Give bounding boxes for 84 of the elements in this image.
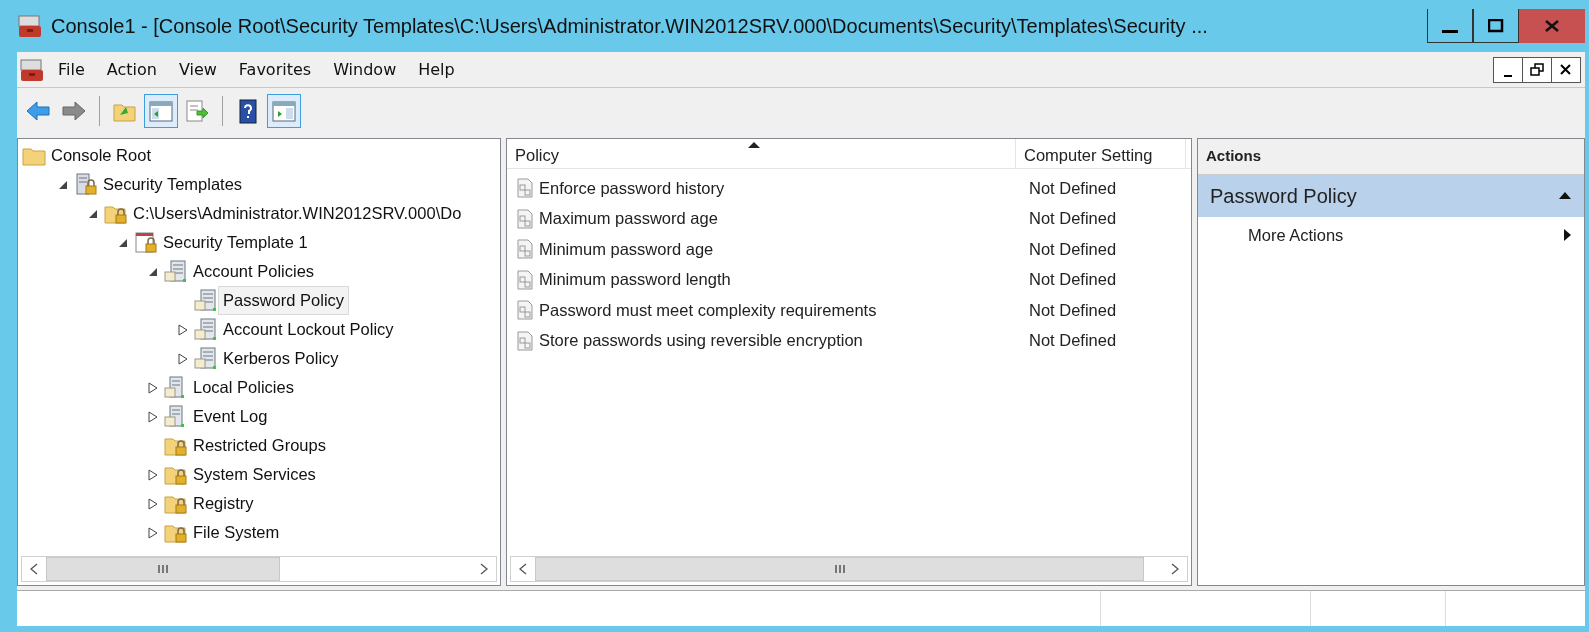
locked-server-icon <box>74 173 98 196</box>
column-header[interactable]: Computer Setting <box>1016 139 1186 168</box>
collapsed-arrow-icon[interactable] <box>178 323 188 336</box>
tree-node[interactable]: Security Template 1 <box>158 228 313 257</box>
tree-node[interactable]: Registry <box>188 489 259 518</box>
menu-item[interactable]: File <box>49 55 94 84</box>
table-cell-text: Not Defined <box>1029 177 1117 199</box>
policy-document-icon <box>515 300 535 321</box>
tree-node[interactable]: Account Policies <box>188 257 320 286</box>
policy-cabinet-icon <box>194 318 218 341</box>
expanded-arrow-icon[interactable] <box>118 237 128 248</box>
menu-item[interactable]: View <box>169 55 226 84</box>
section-title: Password Policy <box>1210 183 1357 209</box>
table-cell-text: Not Defined <box>1029 269 1117 291</box>
collapsed-arrow-icon[interactable] <box>148 497 158 510</box>
forward-arrow-icon <box>61 98 87 124</box>
policy-document-icon <box>515 208 535 229</box>
policy-document-icon <box>515 239 535 260</box>
menu-item[interactable]: Action <box>97 55 166 84</box>
toolbox-icon <box>17 14 43 38</box>
collapse-arrow-icon[interactable] <box>1558 191 1572 200</box>
menu-item[interactable]: Favorites <box>229 55 321 84</box>
minimize-button[interactable] <box>1493 56 1523 83</box>
table-cell-text: Maximum password age <box>539 208 718 230</box>
tree-pane-icon <box>148 98 174 124</box>
back-arrow-icon <box>25 98 51 124</box>
collapsed-arrow-icon[interactable] <box>148 468 158 481</box>
restore-icon <box>1530 62 1544 77</box>
restore-button[interactable] <box>1522 56 1552 83</box>
policy-document-icon <box>515 178 535 199</box>
menu-item[interactable]: Help <box>409 55 464 84</box>
close-icon <box>1544 19 1560 33</box>
toolbox-icon[interactable] <box>19 57 45 82</box>
policy-document-icon <box>515 330 535 351</box>
collapsed-arrow-icon[interactable] <box>178 352 188 365</box>
window-title: Console1 - [Console Root\Security Templates\C:\Users\Administrator.WIN2012SRV.000\Documents\Security\Templates\Security ... <box>51 14 1209 39</box>
close-button[interactable] <box>1551 56 1581 83</box>
pane-title: Actions <box>1198 139 1584 175</box>
tree-node[interactable]: Event Log <box>188 402 273 431</box>
collapsed-arrow-icon[interactable] <box>148 410 158 423</box>
table-cell-text: Minimum password age <box>539 238 714 260</box>
column-header[interactable]: Policy <box>507 139 1016 168</box>
expanded-arrow-icon[interactable] <box>88 208 98 219</box>
menu-item[interactable]: Window <box>324 55 406 84</box>
table-cell-text: Not Defined <box>1029 330 1117 352</box>
tree-node[interactable]: Security Templates <box>98 170 248 199</box>
maximize-button[interactable] <box>1473 9 1519 43</box>
table-cell-text: Enforce password history <box>539 177 725 199</box>
policy-cabinet-icon <box>164 260 188 283</box>
minimize-icon <box>1442 30 1458 33</box>
policy-cabinet-icon <box>194 289 218 312</box>
tree-node[interactable]: Local Policies <box>188 373 299 402</box>
action-item[interactable]: More Actions <box>1198 216 1584 254</box>
table-cell-text: Not Defined <box>1029 299 1117 321</box>
export-list-icon <box>184 98 210 124</box>
tree-node[interactable]: File System <box>188 518 285 547</box>
scrollbar-thumb[interactable] <box>535 557 1145 581</box>
maximize-icon <box>1488 18 1504 33</box>
section-header[interactable]: Password Policy <box>1198 174 1584 217</box>
policy-document-icon <box>515 269 535 290</box>
tree-pane-button[interactable] <box>144 94 178 128</box>
tree-node[interactable]: Password Policy <box>218 286 350 315</box>
policy-cabinet-icon <box>194 347 218 370</box>
collapsed-arrow-icon[interactable] <box>148 381 158 394</box>
tree-node[interactable]: Console Root <box>46 141 156 170</box>
tree-node[interactable]: Restricted Groups <box>188 431 331 460</box>
scrollbar-thumb[interactable] <box>46 557 281 581</box>
collapsed-arrow-icon[interactable] <box>148 526 158 539</box>
table-cell-text: Minimum password length <box>539 269 731 291</box>
table-cell-text: Not Defined <box>1029 238 1117 260</box>
action-pane-icon <box>271 98 297 124</box>
locked-document-icon <box>134 231 158 254</box>
expanded-arrow-icon[interactable] <box>58 179 68 190</box>
table-cell-text: Password must meet complexity requirements <box>539 299 877 321</box>
tree-node[interactable]: Kerberos Policy <box>218 344 344 373</box>
close-icon <box>1559 62 1573 77</box>
tree-node[interactable]: C:\Users\Administrator.WIN2012SRV.000\Do <box>128 199 467 228</box>
table-cell-text: Not Defined <box>1029 208 1117 230</box>
tree-node[interactable]: Account Lockout Policy <box>218 315 399 344</box>
table-cell-text: Store passwords using reversible encryption <box>539 330 863 352</box>
tree-node[interactable]: System Services <box>188 460 321 489</box>
minimize-icon <box>1504 74 1512 77</box>
minimize-button[interactable] <box>1427 9 1473 43</box>
expanded-arrow-icon[interactable] <box>148 266 158 277</box>
